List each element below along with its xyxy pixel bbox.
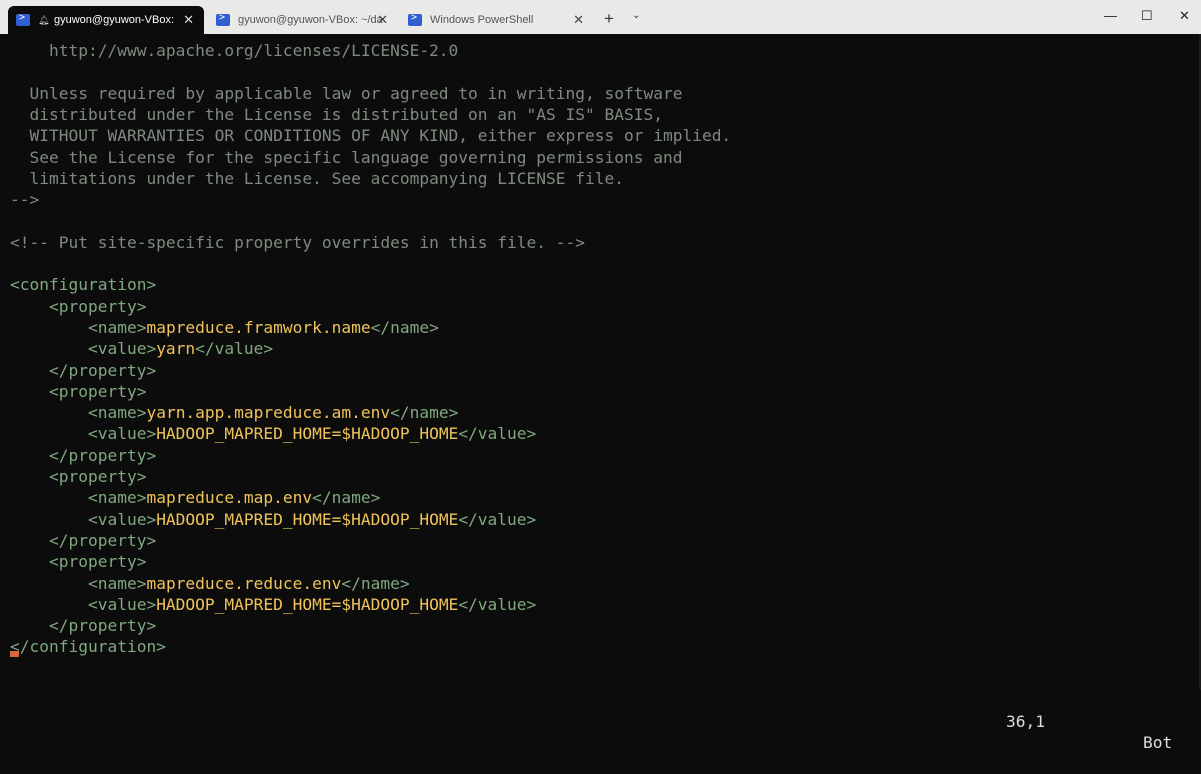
code-line: <name>mapreduce.map.env</name> (10, 487, 380, 508)
powershell-icon (408, 12, 422, 26)
code-line: See the License for the specific languag… (10, 147, 682, 168)
comment-text: distributed under the License is distrib… (10, 104, 663, 124)
tab-label: Windows PowerShell (430, 14, 534, 26)
code-line: </property> (10, 360, 156, 381)
minimize-button[interactable]: — (1104, 8, 1117, 23)
xml-value: HADOOP_MAPRED_HOME=$HADOOP_HOME (156, 594, 459, 614)
comment-text: http://www.apache.org/licenses/LICENSE-2… (10, 41, 459, 60)
xml-tag: </property> (10, 530, 157, 550)
code-line: <configuration> (10, 274, 156, 295)
xml-tag: <name> (10, 317, 147, 337)
code-line: WITHOUT WARRANTIES OR CONDITIONS OF ANY … (10, 125, 731, 146)
close-tab-icon[interactable]: ✕ (377, 12, 388, 28)
code-line: <value>HADOOP_MAPRED_HOME=$HADOOP_HOME</… (10, 509, 536, 530)
xml-tag: </configuration> (10, 637, 166, 657)
code-line: <name>mapreduce.framwork.name</name> (10, 317, 439, 338)
xml-tag: </name> (341, 573, 410, 593)
xml-tag: </property> (10, 445, 157, 465)
xml-tag: <property> (10, 552, 147, 572)
tab-powershell[interactable]: Windows PowerShell ✕ (400, 6, 594, 34)
maximize-button[interactable]: ☐ (1141, 8, 1153, 24)
scroll-indicator: Bot (1143, 733, 1173, 752)
xml-tag: <configuration> (10, 275, 157, 295)
xml-tag: <name> (10, 573, 147, 593)
xml-tag: </property> (10, 616, 157, 636)
xml-tag: <name> (10, 403, 147, 423)
comment-text: WITHOUT WARRANTIES OR CONDITIONS OF ANY … (10, 126, 732, 146)
xml-value: mapreduce.map.env (146, 488, 313, 508)
xml-tag: <name> (10, 488, 147, 508)
code-line: Unless required by applicable law or agr… (10, 83, 682, 104)
close-window-button[interactable]: ✕ (1179, 8, 1190, 24)
powershell-icon (16, 12, 30, 26)
code-line: <value>HADOOP_MAPRED_HOME=$HADOOP_HOME</… (10, 594, 536, 615)
xml-value: HADOOP_MAPRED_HOME=$HADOOP_HOME (156, 509, 459, 529)
close-tab-icon[interactable]: ✕ (183, 12, 194, 28)
code-line: </configuration> (10, 636, 166, 657)
code-line: <name>mapreduce.reduce.env</name> (10, 573, 410, 594)
status-line: 36,1 Bot (0, 690, 1201, 752)
xml-tag: </name> (390, 403, 459, 423)
xml-tag: <value> (10, 424, 157, 444)
xml-tag: </value> (458, 509, 537, 529)
code-line: <!-- Put site-specific property override… (10, 232, 585, 253)
comment-text: limitations under the License. See accom… (10, 168, 624, 188)
comment-text: --> (10, 190, 40, 210)
xml-tag: </property> (10, 360, 157, 380)
code-line: <property> (10, 551, 146, 572)
xml-value: mapreduce.framwork.name (146, 317, 371, 337)
code-line: <value>yarn</value> (10, 338, 273, 359)
bell-icon: 🔔︎ (38, 14, 50, 25)
tab-label: gyuwon@gyuwon-VBox: (54, 14, 175, 26)
code-line: --> (10, 189, 39, 210)
code-line: limitations under the License. See accom… (10, 168, 624, 189)
code-line: distributed under the License is distrib… (10, 104, 663, 125)
chevron-down-icon[interactable]: ⌄ (632, 10, 640, 21)
code-line: <property> (10, 466, 146, 487)
new-tab-button[interactable]: + (604, 9, 614, 29)
xml-value: mapreduce.reduce.env (146, 573, 342, 593)
powershell-icon (216, 12, 230, 26)
comment-text: Unless required by applicable law or agr… (10, 83, 683, 103)
code-line: </property> (10, 530, 156, 551)
xml-tag: </value> (458, 594, 537, 614)
code-line: http://www.apache.org/licenses/LICENSE-2… (10, 40, 458, 61)
xml-value: yarn.app.mapreduce.am.env (146, 403, 391, 423)
xml-tag: </value> (195, 339, 274, 359)
code-line: </property> (10, 615, 156, 636)
xml-tag: <value> (10, 509, 157, 529)
xml-tag: </value> (458, 424, 537, 444)
comment-text: <!-- Put site-specific property override… (10, 232, 585, 252)
code-line: <property> (10, 296, 146, 317)
xml-tag: <value> (10, 339, 157, 359)
xml-tag: </name> (312, 488, 381, 508)
terminal-content[interactable]: 36,1 Bot http://www.apache.org/licenses/… (0, 34, 1201, 752)
title-bar: 🔔︎ gyuwon@gyuwon-VBox: ✕ gyuwon@gyuwon-V… (0, 0, 1201, 34)
xml-tag: <value> (10, 594, 157, 614)
tab-terminal-2[interactable]: gyuwon@gyuwon-VBox: ~/da ✕ (208, 6, 398, 34)
code-line: <value>HADOOP_MAPRED_HOME=$HADOOP_HOME</… (10, 423, 536, 444)
close-tab-icon[interactable]: ✕ (573, 12, 584, 28)
code-line: <property> (10, 381, 146, 402)
code-line: </property> (10, 445, 156, 466)
comment-text: See the License for the specific languag… (10, 147, 683, 167)
cursor-position: 36,1 (1006, 712, 1045, 731)
code-line: <name>yarn.app.mapreduce.am.env</name> (10, 402, 458, 423)
tab-label: gyuwon@gyuwon-VBox: ~/da (238, 14, 383, 26)
xml-tag: </name> (370, 317, 439, 337)
tab-terminal-1[interactable]: 🔔︎ gyuwon@gyuwon-VBox: ✕ (8, 6, 204, 34)
xml-tag: <property> (10, 467, 147, 486)
xml-value: HADOOP_MAPRED_HOME=$HADOOP_HOME (156, 424, 459, 444)
xml-tag: <property> (10, 296, 147, 316)
xml-value: yarn (156, 339, 196, 359)
xml-tag: <property> (10, 381, 147, 401)
